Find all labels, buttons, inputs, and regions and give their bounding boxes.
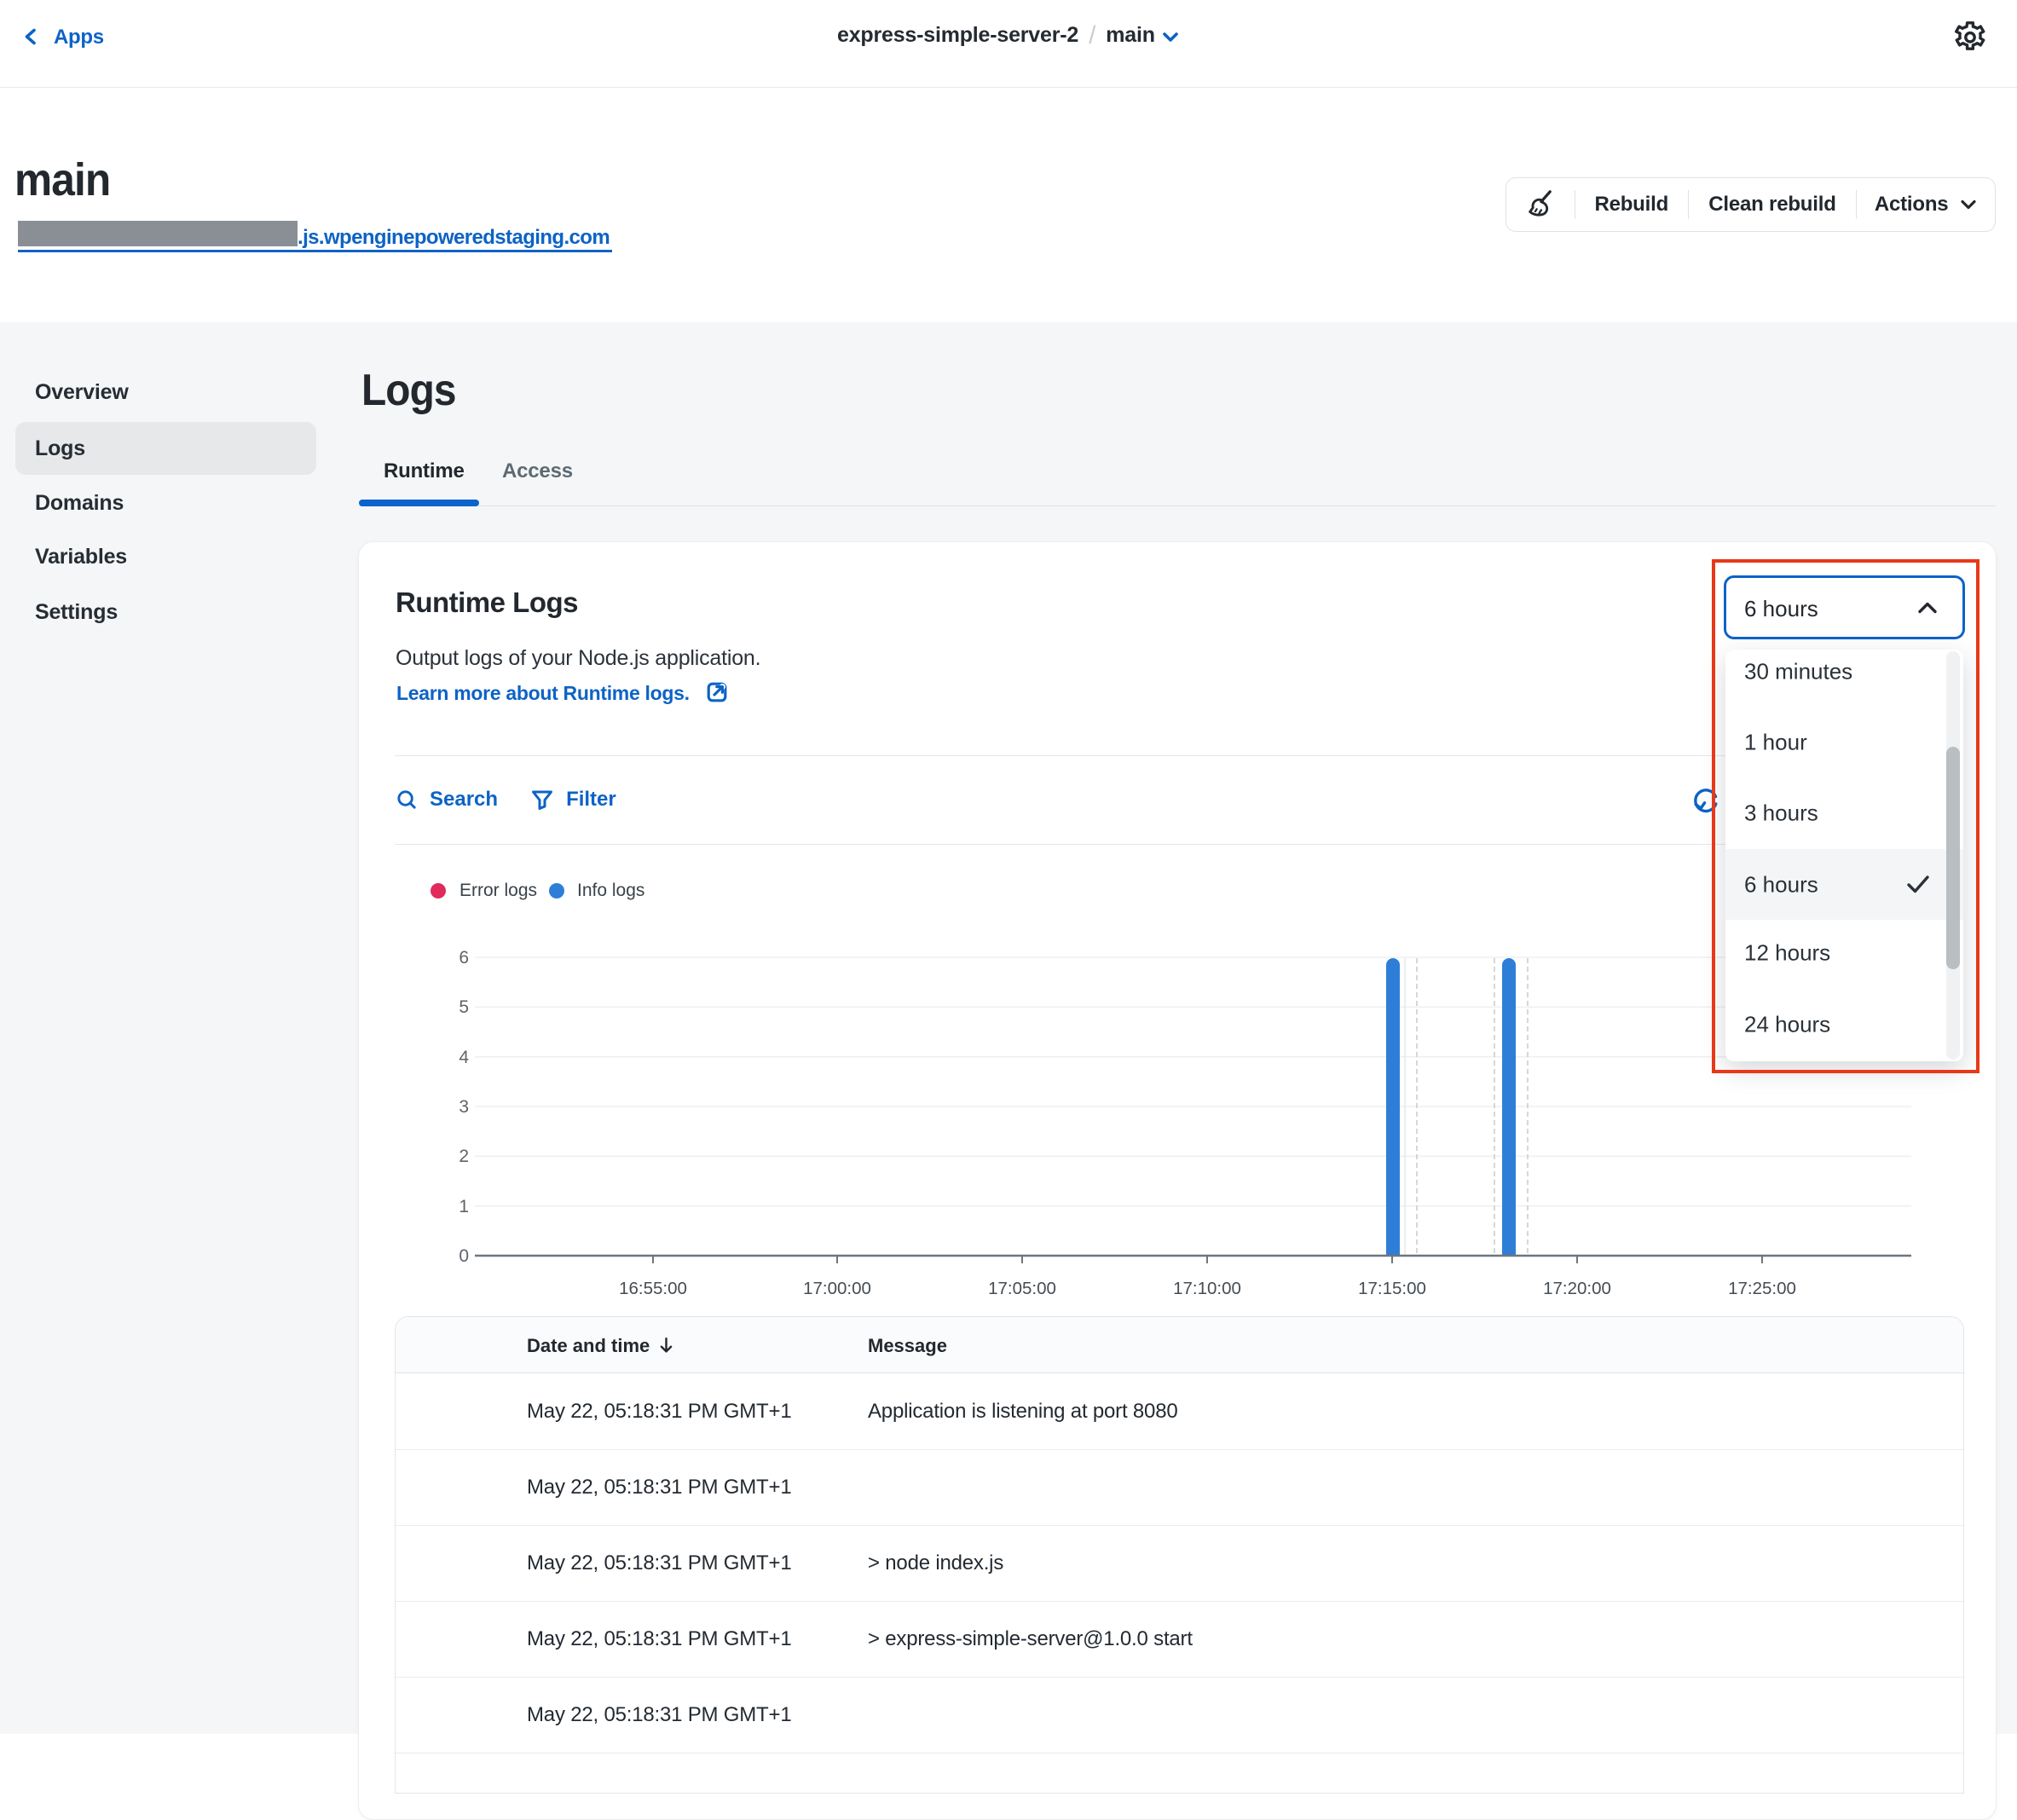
svg-text:17:00:00: 17:00:00 bbox=[803, 1279, 871, 1298]
svg-text:16:55:00: 16:55:00 bbox=[619, 1279, 687, 1298]
svg-text:17:15:00: 17:15:00 bbox=[1358, 1279, 1426, 1298]
svg-text:0: 0 bbox=[459, 1246, 469, 1266]
svg-text:3: 3 bbox=[459, 1097, 469, 1117]
svg-text:2: 2 bbox=[459, 1147, 469, 1166]
svg-text:17:05:00: 17:05:00 bbox=[988, 1279, 1056, 1298]
svg-text:17:10:00: 17:10:00 bbox=[1173, 1279, 1241, 1298]
svg-text:5: 5 bbox=[459, 997, 469, 1017]
svg-text:1: 1 bbox=[459, 1197, 469, 1216]
svg-text:4: 4 bbox=[459, 1048, 469, 1067]
svg-text:6: 6 bbox=[459, 948, 469, 968]
svg-text:17:25:00: 17:25:00 bbox=[1728, 1279, 1796, 1298]
svg-text:17:20:00: 17:20:00 bbox=[1543, 1279, 1611, 1298]
